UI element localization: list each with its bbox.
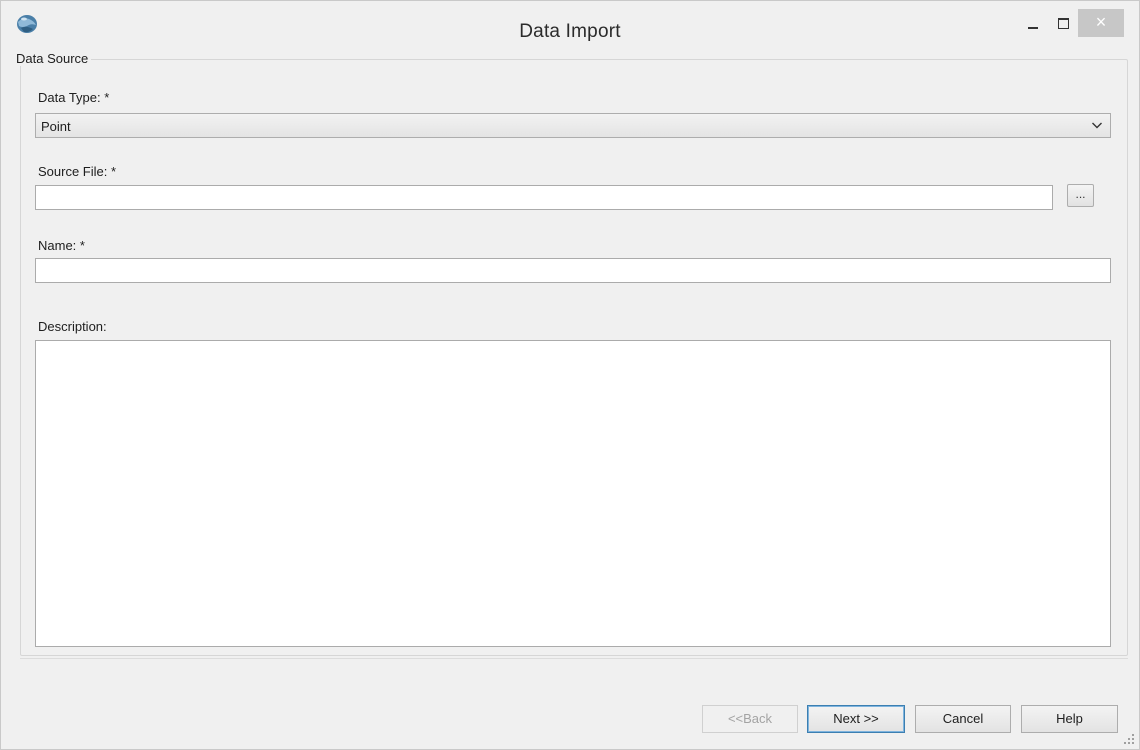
data-type-label: Data Type: * xyxy=(38,90,110,105)
back-button[interactable]: <<Back xyxy=(702,705,798,733)
minimize-button[interactable] xyxy=(1018,9,1048,35)
groupbox-legend: Data Source xyxy=(13,51,92,66)
data-import-window: Data Import × Data Source Data Type: * P… xyxy=(0,0,1140,750)
minimize-icon xyxy=(1028,27,1038,29)
source-file-input[interactable] xyxy=(35,185,1053,210)
footer-divider xyxy=(20,658,1128,659)
title-bar[interactable]: Data Import × xyxy=(1,1,1139,49)
data-type-select[interactable]: Point xyxy=(35,113,1111,138)
description-label: Description: xyxy=(38,319,107,334)
name-label: Name: * xyxy=(38,238,85,253)
help-button[interactable]: Help xyxy=(1021,705,1118,733)
next-button[interactable]: Next >> xyxy=(807,705,905,733)
close-button[interactable]: × xyxy=(1078,9,1124,37)
source-file-label: Source File: * xyxy=(38,164,117,179)
cancel-button[interactable]: Cancel xyxy=(915,705,1011,733)
chevron-down-icon xyxy=(1092,122,1102,129)
close-icon: × xyxy=(1095,12,1107,32)
maximize-icon xyxy=(1058,18,1069,29)
data-type-value: Point xyxy=(41,119,71,134)
description-textarea[interactable] xyxy=(35,340,1111,647)
maximize-button[interactable] xyxy=(1048,9,1078,35)
browse-button[interactable]: ... xyxy=(1067,184,1094,207)
window-title: Data Import xyxy=(519,21,621,42)
name-input[interactable] xyxy=(35,258,1111,283)
resize-grip-icon[interactable] xyxy=(1123,733,1135,745)
